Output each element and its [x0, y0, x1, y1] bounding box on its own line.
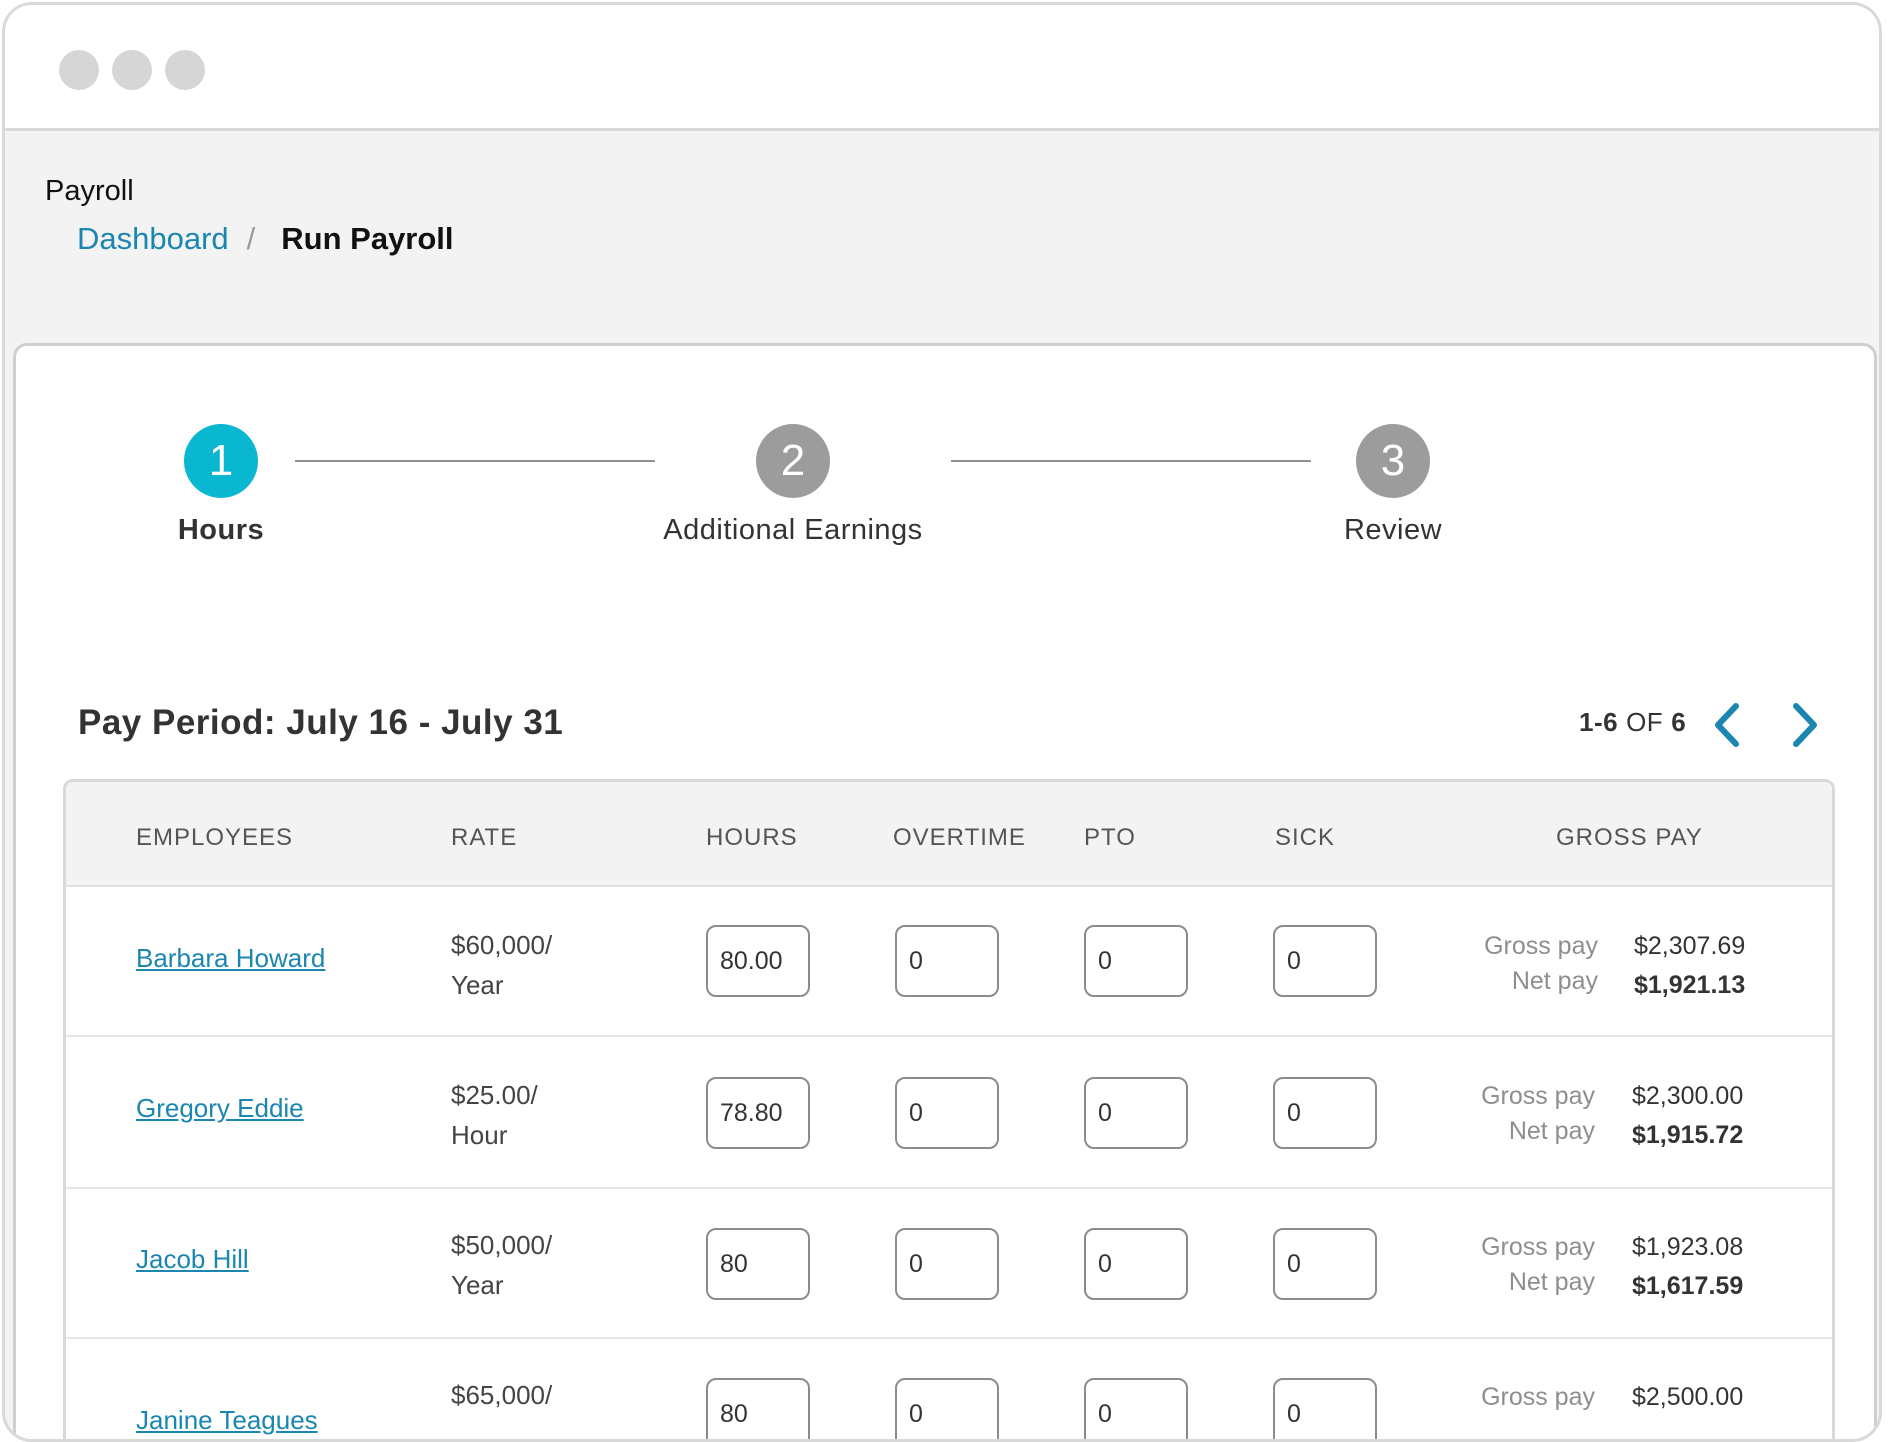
gross-pay-value: $1,923.08 — [1632, 1233, 1744, 1261]
window-minimize-dot[interactable] — [112, 50, 152, 90]
header-hours: HOURS — [706, 824, 798, 851]
header-pto: PTO — [1084, 824, 1136, 851]
breadcrumb-separator: / — [246, 221, 256, 256]
page-header: Payroll Dashboard / Run Payroll — [5, 131, 1879, 346]
step-hours[interactable]: 1 Hours — [61, 424, 381, 547]
chevron-left-icon[interactable] — [1706, 700, 1750, 750]
step-3-circle: 3 — [1356, 424, 1430, 498]
employee-name-link[interactable]: Barbara Howard — [136, 943, 325, 974]
employee-name-link[interactable]: Janine Teagues — [136, 1405, 318, 1436]
rate-amount: $65,000/ — [451, 1380, 553, 1410]
overtime-input[interactable] — [895, 1378, 999, 1439]
breadcrumb-dashboard-link[interactable]: Dashboard — [77, 221, 229, 257]
sick-input[interactable] — [1273, 1077, 1377, 1149]
table-row: Gregory Eddie $25.00/ Hour Gross pay $2,… — [66, 1037, 1832, 1189]
rate-unit: Year — [451, 970, 504, 1000]
breadcrumb-current: Run Payroll — [281, 221, 454, 256]
pto-input[interactable] — [1084, 1228, 1188, 1300]
hours-input[interactable] — [706, 1378, 810, 1439]
step-2-label: Additional Earnings — [663, 514, 923, 546]
gross-pay-value: $2,500.00 — [1632, 1383, 1744, 1411]
pto-input[interactable] — [1084, 1077, 1188, 1149]
overtime-input[interactable] — [895, 925, 999, 997]
table-row: Barbara Howard $60,000/ Year Gross pay $… — [66, 885, 1832, 1037]
chevron-right-icon[interactable] — [1782, 700, 1826, 750]
rate-cell: $60,000/ Year — [451, 925, 552, 1005]
rate-unit: Year — [451, 1270, 504, 1300]
overtime-input[interactable] — [895, 1228, 999, 1300]
net-pay-value: $1,617.59 — [1632, 1272, 1744, 1300]
gross-pay-label: Gross pay — [1484, 932, 1598, 960]
browser-window: Payroll Dashboard / Run Payroll 1 Hours … — [2, 2, 1882, 1442]
header-employees: EMPLOYEES — [136, 824, 294, 851]
header-rate: RATE — [451, 824, 518, 851]
rate-cell: $65,000/ — [451, 1375, 552, 1415]
header-sick: SICK — [1275, 824, 1336, 851]
sick-input[interactable] — [1273, 1228, 1377, 1300]
table-row: Janine Teagues $65,000/ Gross pay $2,500… — [66, 1337, 1832, 1439]
hours-input[interactable] — [706, 1077, 810, 1149]
net-pay-label: Net pay — [1511, 967, 1598, 995]
rate-amount: $60,000/ — [451, 930, 553, 960]
rate-cell: $50,000/ Year — [451, 1225, 552, 1305]
rate-unit: Hour — [451, 1120, 508, 1150]
gross-pay-label: Gross pay — [1481, 1233, 1595, 1261]
pagination-of: OF — [1626, 707, 1664, 737]
hours-input[interactable] — [706, 925, 810, 997]
step-review[interactable]: 3 Review — [1233, 424, 1553, 547]
table-row: Jacob Hill $50,000/ Year Gross pay $1,92… — [66, 1187, 1832, 1339]
app-title: Payroll — [45, 175, 134, 207]
pagination-range: 1-6 — [1579, 707, 1619, 737]
sick-input[interactable] — [1273, 1378, 1377, 1439]
rate-amount: $50,000/ — [451, 1230, 553, 1260]
net-pay-label: Net pay — [1508, 1268, 1595, 1296]
payroll-table: EMPLOYEES RATE HOURS OVERTIME PTO SICK G… — [63, 779, 1835, 1439]
gross-pay-value: $2,307.69 — [1634, 932, 1746, 960]
pto-input[interactable] — [1084, 925, 1188, 997]
step-connector-1 — [295, 460, 655, 462]
sick-input[interactable] — [1273, 925, 1377, 997]
pto-input[interactable] — [1084, 1378, 1188, 1439]
net-pay-value: $1,915.72 — [1632, 1121, 1744, 1149]
step-1-circle: 1 — [184, 424, 258, 498]
gross-pay-label: Gross pay — [1481, 1082, 1595, 1110]
employee-name-link[interactable]: Gregory Eddie — [136, 1093, 304, 1124]
gross-pay-label: Gross pay — [1481, 1383, 1595, 1411]
net-pay-label: Net pay — [1508, 1117, 1595, 1145]
step-3-label: Review — [1343, 514, 1443, 546]
hours-input[interactable] — [706, 1228, 810, 1300]
step-1-label: Hours — [177, 514, 265, 546]
pagination-total: 6 — [1671, 707, 1687, 737]
gross-pay-value: $2,300.00 — [1632, 1082, 1744, 1110]
net-pay-value: $1,921.13 — [1634, 971, 1746, 999]
breadcrumb: Dashboard / Run Payroll — [77, 221, 454, 257]
payroll-card: 1 Hours 2 Additional Earnings 3 Review P… — [13, 343, 1877, 1439]
rate-amount: $25.00/ — [451, 1080, 538, 1110]
table-header: EMPLOYEES RATE HOURS OVERTIME PTO SICK G… — [66, 782, 1832, 887]
rate-cell: $25.00/ Hour — [451, 1075, 538, 1155]
pagination-status: 1-6 OF 6 — [1579, 707, 1686, 738]
step-2-circle: 2 — [756, 424, 830, 498]
window-close-dot[interactable] — [59, 50, 99, 90]
overtime-input[interactable] — [895, 1077, 999, 1149]
window-maximize-dot[interactable] — [165, 50, 205, 90]
header-gross-pay: GROSS PAY — [1556, 824, 1703, 851]
pay-period-title: Pay Period: July 16 - July 31 — [78, 703, 564, 742]
header-overtime: OVERTIME — [893, 824, 1026, 851]
step-additional-earnings[interactable]: 2 Additional Earnings — [633, 424, 953, 547]
employee-name-link[interactable]: Jacob Hill — [136, 1244, 249, 1275]
window-titlebar — [5, 5, 1879, 131]
